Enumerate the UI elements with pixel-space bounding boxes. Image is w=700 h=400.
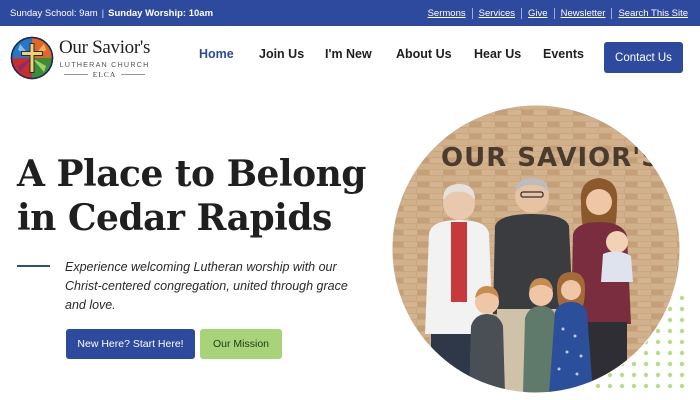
elca-left-divider	[63, 73, 88, 75]
stained-glass-cross-icon	[10, 36, 54, 80]
services-link[interactable]: Services	[473, 7, 523, 19]
hero-title-line2: in Cedar Rapids	[17, 197, 332, 239]
our-mission-button[interactable]: Our Mission	[200, 329, 282, 359]
elca-row: ELCA	[63, 69, 146, 79]
service-hours: Sunday School: 9am | Sunday Worship: 10a…	[10, 8, 213, 19]
nav-about-us[interactable]: About Us	[396, 47, 452, 61]
elca-label: ELCA	[92, 69, 117, 79]
site-header: Our Savior's LUTHERAN CHURCH ELCA Home J…	[0, 26, 700, 88]
hero-accent-rule	[17, 265, 50, 267]
top-info-bar: Sunday School: 9am | Sunday Worship: 10a…	[0, 0, 700, 26]
hero-title: A Place to Belong in Cedar Rapids	[17, 152, 377, 240]
elca-right-divider	[121, 73, 146, 75]
sermons-link[interactable]: Sermons	[422, 7, 473, 19]
hero-title-line1: A Place to Belong	[17, 153, 366, 195]
contact-us-button[interactable]: Contact Us	[604, 42, 683, 73]
sunday-school-text: Sunday School: 9am	[10, 7, 98, 19]
church-logo[interactable]: Our Savior's LUTHERAN CHURCH ELCA	[10, 35, 160, 81]
logo-text: Our Savior's LUTHERAN CHURCH ELCA	[59, 36, 151, 79]
nav-home[interactable]: Home	[199, 47, 234, 61]
hours-divider: |	[101, 7, 105, 19]
nav-events[interactable]: Events	[543, 47, 584, 61]
give-link[interactable]: Give	[522, 7, 555, 19]
church-subtitle: LUTHERAN CHURCH	[59, 59, 150, 69]
congregation-family-photo: OUR SAVIOR'S	[391, 104, 681, 394]
nav-join-us[interactable]: Join Us	[259, 47, 304, 61]
utility-links: Sermons Services Give Newsletter Search …	[422, 7, 688, 19]
church-name: Our Savior's	[59, 36, 151, 58]
church-sign-text: OUR SAVIOR'S	[441, 143, 661, 173]
newsletter-link[interactable]: Newsletter	[555, 7, 613, 19]
hero-description: Experience welcoming Lutheran worship wi…	[65, 260, 348, 312]
nav-im-new[interactable]: I'm New	[325, 47, 372, 61]
start-here-button[interactable]: New Here? Start Here!	[66, 329, 195, 359]
nav-hear-us[interactable]: Hear Us	[474, 47, 521, 61]
search-site-link[interactable]: Search This Site	[612, 8, 688, 19]
sunday-worship-text: Sunday Worship: 10am	[108, 7, 214, 19]
